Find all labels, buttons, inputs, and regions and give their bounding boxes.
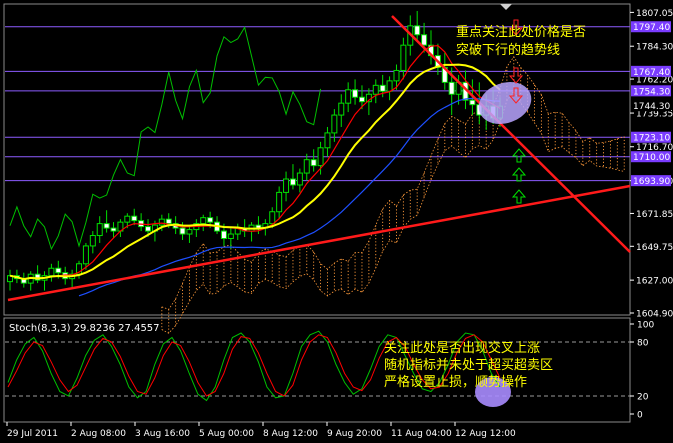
candle-body bbox=[124, 215, 131, 223]
stoch-tick-label: 0 bbox=[637, 411, 643, 421]
candle-body bbox=[220, 230, 227, 239]
time-tick-label: 2 Aug 08:00 bbox=[71, 429, 126, 439]
candle-body bbox=[158, 218, 165, 226]
candle-body bbox=[200, 217, 207, 225]
candle-body bbox=[379, 84, 386, 92]
candle-body bbox=[324, 132, 331, 149]
candle-body bbox=[55, 267, 62, 274]
candle-body bbox=[82, 245, 89, 265]
candle-body bbox=[331, 114, 338, 134]
price-tick-label: 1784.30 bbox=[636, 43, 673, 53]
candle-body bbox=[310, 159, 317, 167]
candle-body bbox=[303, 159, 310, 174]
candle-body bbox=[103, 223, 110, 229]
price-tick-label: 1604.90 bbox=[636, 310, 673, 320]
price-axis: 1807.051784.301762.201739.351716.701693.… bbox=[630, 9, 673, 320]
candle-body bbox=[338, 102, 345, 116]
time-tick-label: 29 Jul 2011 bbox=[7, 429, 58, 439]
time-tick-label: 5 Aug 00:00 bbox=[199, 429, 254, 439]
stoch-tick-label: 100 bbox=[637, 321, 654, 331]
stoch-annotation-line-3: 严格设置止损，顺势操作 bbox=[384, 375, 528, 390]
time-tick-label: 9 Aug 20:00 bbox=[327, 429, 382, 439]
candle-body bbox=[345, 89, 352, 104]
chart-window: 1807.051784.301762.201739.351716.701693.… bbox=[0, 0, 673, 443]
price-tag-label: 1767.40 bbox=[633, 68, 670, 78]
price-tag-label: 1754.30 bbox=[633, 87, 670, 97]
candle-body bbox=[96, 223, 103, 237]
time-tick-label: 3 Aug 16:00 bbox=[135, 429, 190, 439]
candle-body bbox=[352, 89, 359, 98]
candle-body bbox=[89, 235, 96, 247]
candle-body bbox=[283, 178, 290, 193]
time-tick-label: 8 Aug 12:00 bbox=[263, 429, 318, 439]
time-tick-label: 12 Aug 12:00 bbox=[455, 429, 516, 439]
candle-body bbox=[131, 215, 138, 222]
chart-canvas: 1807.051784.301762.201739.351716.701693.… bbox=[3, 3, 673, 439]
price-tag-label: 1744.30 bbox=[633, 102, 670, 112]
candle-body bbox=[358, 96, 365, 103]
stoch-axis: 100 80 20 0 bbox=[630, 321, 654, 421]
stoch-title: Stoch(8,3,3) 29.8236 27.4557 bbox=[9, 323, 160, 334]
time-axis: 29 Jul 2011 2 Aug 08:00 3 Aug 16:00 5 Aug 0… bbox=[6, 422, 516, 439]
price-annotation-line-1: 重点关注此处价格是否 bbox=[456, 25, 587, 40]
candle-body bbox=[386, 80, 393, 92]
price-tick-label: 1807.05 bbox=[636, 9, 673, 19]
price-tick-label: 1649.75 bbox=[636, 243, 673, 253]
candle-body bbox=[317, 147, 324, 167]
price-tag-label: 1693.90 bbox=[633, 177, 670, 187]
price-tag-label: 1797.40 bbox=[633, 23, 670, 33]
candle-body bbox=[165, 218, 172, 225]
candle-body bbox=[269, 211, 276, 225]
candle-body bbox=[400, 44, 407, 71]
stoch-annotation-line-2: 随机指标并未处于超买超卖区 bbox=[384, 358, 554, 373]
price-tick-label: 1671.85 bbox=[636, 210, 673, 220]
price-tick-label: 1627.00 bbox=[636, 277, 673, 287]
candle-body bbox=[414, 25, 421, 36]
candle-body bbox=[48, 267, 55, 277]
candle-body bbox=[448, 81, 455, 95]
candle-body bbox=[276, 191, 283, 213]
candle-body bbox=[372, 84, 379, 95]
candle-body bbox=[186, 229, 193, 235]
candle-body bbox=[393, 69, 400, 82]
time-tick-label: 11 Aug 04:00 bbox=[391, 429, 452, 439]
candle-body bbox=[227, 233, 234, 239]
candle-body bbox=[289, 178, 296, 186]
price-tag-label: 1710.00 bbox=[633, 153, 670, 163]
candle-body bbox=[179, 227, 186, 235]
stoch-annotation-line-1: 关注此处是否出现交叉上涨 bbox=[384, 341, 541, 356]
price-tag-label: 1723.10 bbox=[633, 134, 670, 144]
candle-body bbox=[469, 99, 476, 106]
candle-body bbox=[110, 227, 117, 232]
candle-body bbox=[296, 172, 303, 186]
stoch-tick-label: 80 bbox=[637, 339, 649, 349]
candle-body bbox=[207, 217, 214, 223]
candle-body bbox=[145, 226, 152, 232]
price-annotation-line-2: 突破下行的趋势线 bbox=[456, 43, 561, 58]
stoch-tick-label: 20 bbox=[637, 393, 649, 403]
candle-body bbox=[421, 34, 428, 46]
